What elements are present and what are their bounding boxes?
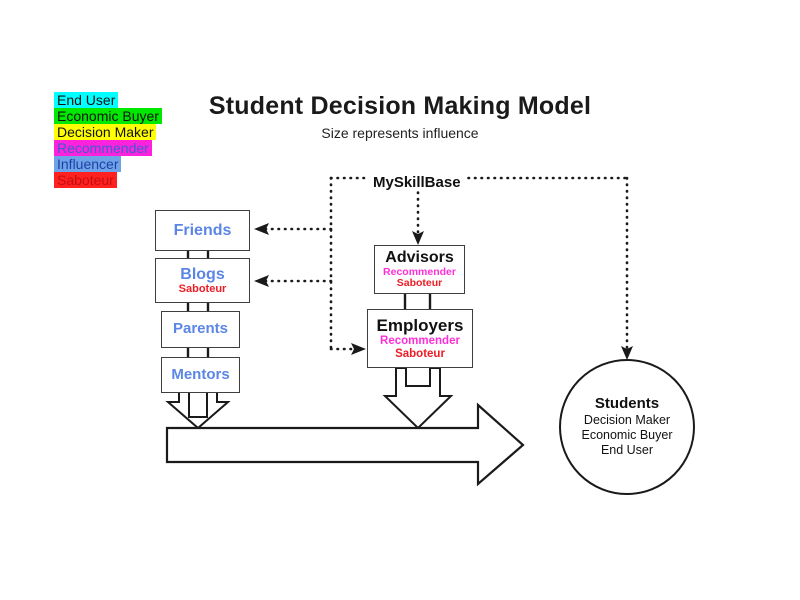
legend-item-recommender: Recommender <box>54 140 152 156</box>
node-parents-title: Parents <box>172 320 229 338</box>
node-employers-role-recommender: Recommender <box>380 335 460 348</box>
legend-item-influencer: Influencer <box>54 156 122 172</box>
node-students[interactable]: Students Decision Maker Economic Buyer E… <box>559 359 695 495</box>
right-column-connectors <box>403 293 432 310</box>
node-advisors-role-saboteur: Saboteur <box>396 277 443 290</box>
node-students-role-decision-maker: Decision Maker <box>583 412 671 427</box>
node-blogs[interactable]: Blogs Saboteur <box>155 258 250 303</box>
legend-item-saboteur: Saboteur <box>54 172 117 188</box>
node-advisors[interactable]: Advisors Recommender Saboteur <box>374 245 465 294</box>
node-friends-title: Friends <box>173 221 232 239</box>
node-mentors[interactable]: Mentors <box>161 357 240 393</box>
node-parents[interactable]: Parents <box>161 311 240 348</box>
node-employers-role-saboteur: Saboteur <box>395 347 445 360</box>
node-students-role-economic-buyer: Economic Buyer <box>581 427 673 442</box>
node-mentors-title: Mentors <box>171 365 230 383</box>
diagram-subtitle: Size represents influence <box>321 125 479 141</box>
arrowhead-to-employers <box>351 343 366 355</box>
node-blogs-role-saboteur: Saboteur <box>178 283 227 296</box>
node-students-title: Students <box>594 394 660 412</box>
node-students-role-end-user: End User <box>600 443 654 458</box>
flow-block-arrow <box>165 402 525 487</box>
employers-block-arrow <box>382 367 454 430</box>
diagram-title: Student Decision Making Model <box>208 92 592 120</box>
diagram-canvas: End User Economic Buyer Decision Maker R… <box>0 0 800 600</box>
node-friends[interactable]: Friends <box>155 210 250 251</box>
node-advisors-title: Advisors <box>385 249 454 267</box>
node-employers-title: Employers <box>376 315 464 335</box>
node-employers[interactable]: Employers Recommender Saboteur <box>367 309 473 368</box>
left-column-block-arrow <box>165 391 231 430</box>
myskillbase-boundary-label: MySkillBase <box>369 174 465 191</box>
connector-layer <box>165 176 633 487</box>
node-blogs-title: Blogs <box>180 265 225 283</box>
